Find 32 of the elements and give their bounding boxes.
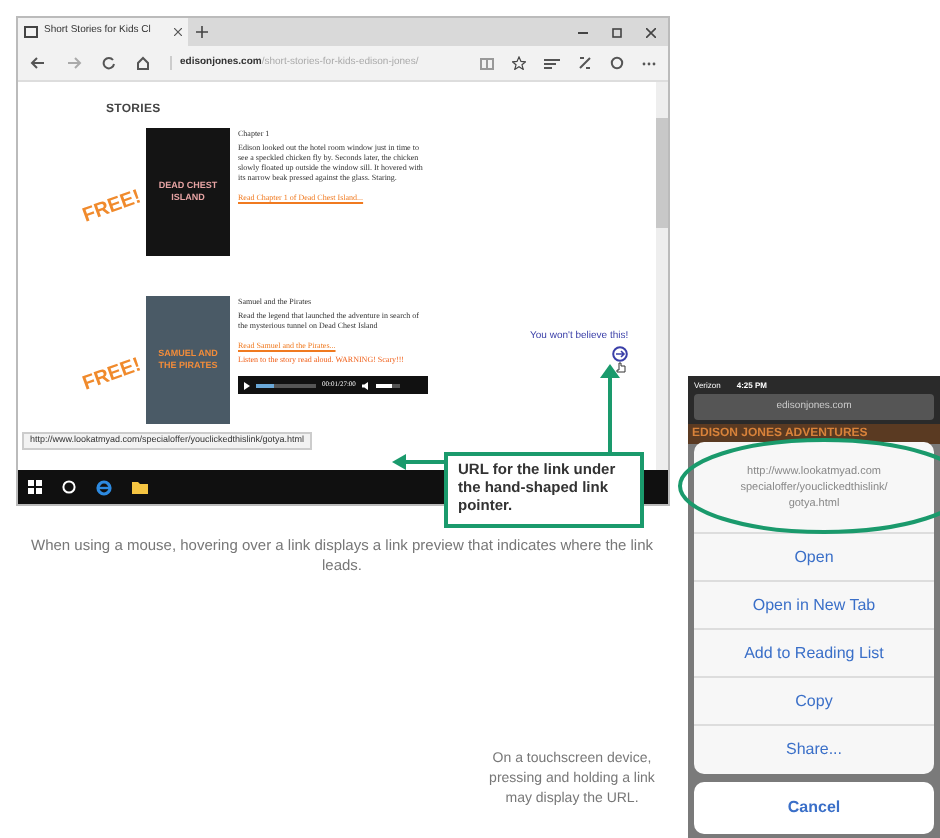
back-icon[interactable] (30, 56, 46, 70)
lines-icon[interactable] (544, 57, 560, 69)
menu-item[interactable]: Open in New Tab (694, 582, 934, 630)
pen-icon[interactable] (578, 56, 592, 70)
new-tab-icon[interactable] (196, 26, 208, 38)
restore-icon[interactable] (612, 27, 622, 37)
volume-icon[interactable] (361, 381, 370, 389)
book-icon[interactable] (480, 57, 494, 69)
arrow-circle-icon[interactable] (612, 346, 628, 362)
pointer-arrow (392, 454, 448, 470)
menu-item[interactable]: Open (694, 534, 934, 582)
menu-item[interactable]: Copy (694, 678, 934, 726)
browser-e-icon[interactable] (96, 479, 112, 495)
share-icon[interactable] (610, 56, 624, 70)
refresh-icon[interactable] (102, 56, 116, 70)
menu-item[interactable]: Add to Reading List (694, 630, 934, 678)
folder-icon[interactable] (132, 480, 148, 494)
free-label: FREE! (78, 352, 146, 400)
play-icon[interactable] (244, 381, 250, 389)
home-icon[interactable] (136, 56, 150, 70)
pointer-arrow (600, 364, 620, 456)
star-icon[interactable] (512, 56, 526, 70)
cancel-button[interactable]: Cancel (694, 782, 934, 834)
menu-item[interactable]: Share... (694, 726, 934, 774)
close-icon[interactable] (174, 28, 182, 36)
free-label: FREE! (78, 184, 146, 232)
close-icon[interactable] (646, 27, 656, 37)
windows-icon[interactable] (28, 480, 42, 494)
hand-pointer-icon (616, 362, 626, 374)
minimize-icon[interactable] (578, 31, 588, 33)
page-icon (24, 26, 38, 38)
circle-icon[interactable] (62, 480, 76, 494)
